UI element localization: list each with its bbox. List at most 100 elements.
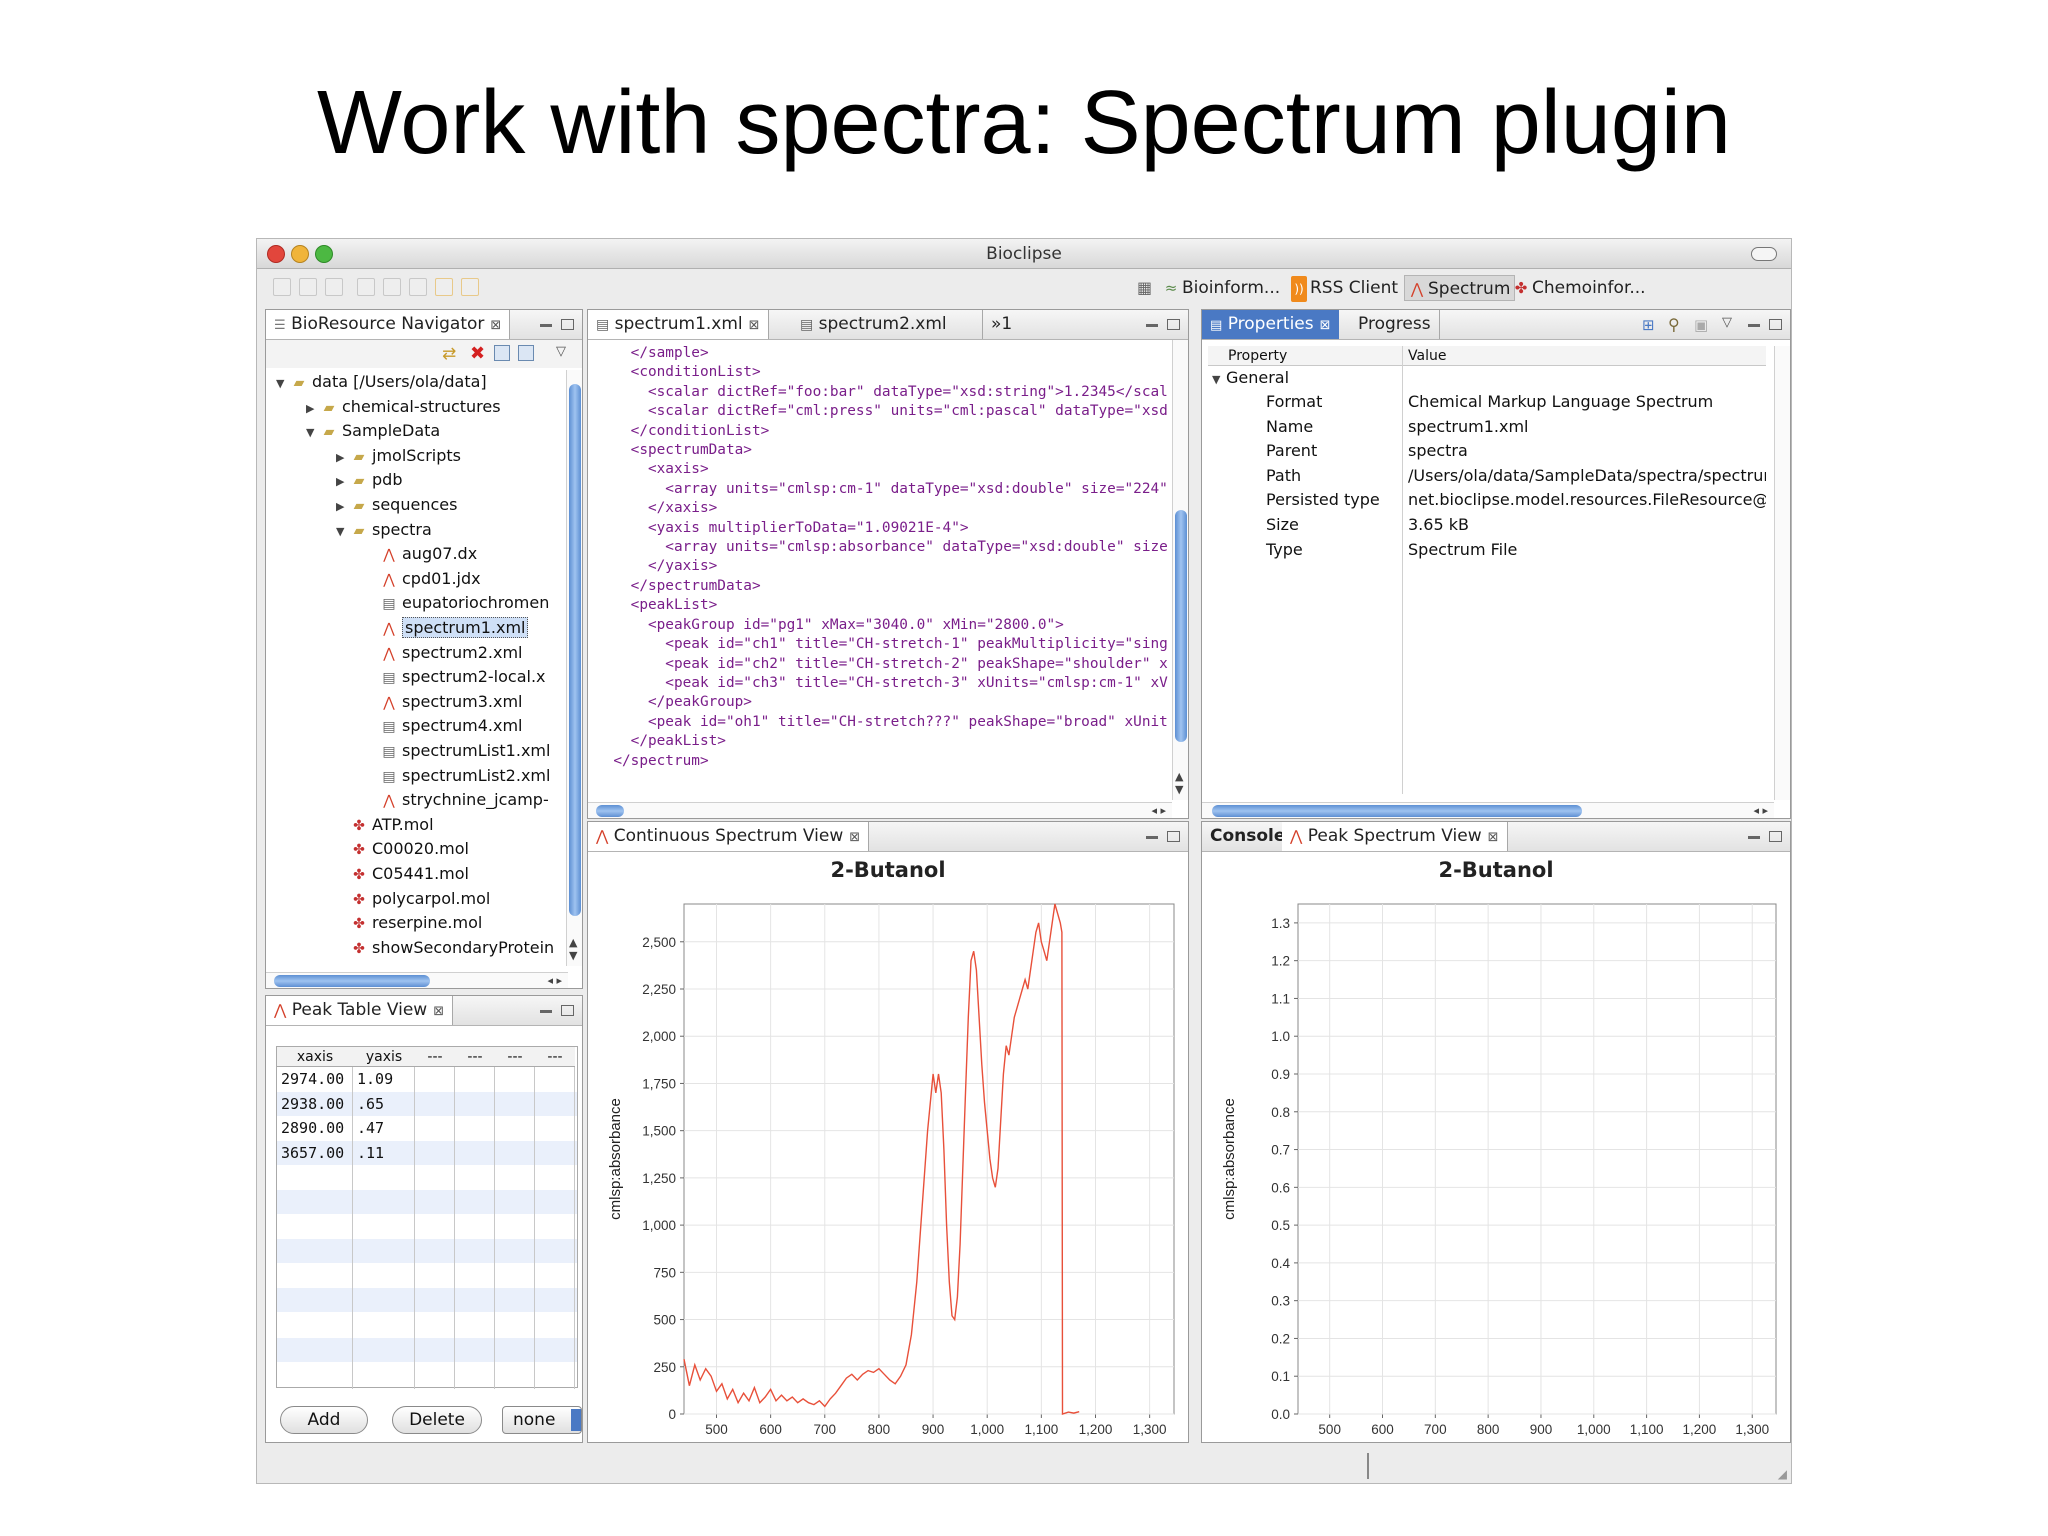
- column-header[interactable]: ---: [535, 1047, 575, 1067]
- expand-icon[interactable]: ▼: [1212, 368, 1226, 392]
- cut-icon[interactable]: [357, 278, 375, 296]
- table-cell[interactable]: 3657.00: [281, 1141, 344, 1165]
- tab-console[interactable]: Console: [1202, 822, 1295, 851]
- minimize-icon[interactable]: [1748, 324, 1760, 327]
- maximize-icon[interactable]: [1769, 831, 1782, 842]
- table-cell[interactable]: 2890.00: [281, 1116, 344, 1140]
- table-cell[interactable]: 1.09: [357, 1067, 393, 1091]
- resize-grip-icon[interactable]: ◢: [1778, 1467, 1787, 1481]
- tree-item[interactable]: ▶ ▰ chemical-structures: [306, 395, 501, 419]
- select-dropdown[interactable]: none: [502, 1406, 582, 1434]
- restore-default-icon[interactable]: ▣: [1694, 316, 1708, 334]
- peak-spectrum-chart[interactable]: 500 600 700 800 900 1,000 1,100 1,200 1,300 0.0 0.…: [1202, 852, 1790, 1442]
- column-header[interactable]: xaxis: [277, 1047, 353, 1067]
- minimize-icon[interactable]: [540, 324, 552, 327]
- navigator-vscroll[interactable]: ▲ ▼: [566, 370, 582, 966]
- tree-item[interactable]: ▶ ▰ jmolScripts: [336, 444, 461, 468]
- tab-progress[interactable]: Progress: [1350, 310, 1440, 339]
- chevron-down-icon[interactable]: ▽: [1722, 315, 1732, 330]
- tree-item[interactable]: ✤ polycarpol.mol: [336, 887, 490, 911]
- tab-properties[interactable]: ▤ Properties ⊠: [1202, 310, 1339, 339]
- column-header[interactable]: ---: [415, 1047, 455, 1067]
- scroll-arrows[interactable]: ◂ ▸: [1753, 804, 1768, 817]
- scroll-thumb[interactable]: [1175, 510, 1187, 742]
- filter-icon[interactable]: ⚲: [1668, 315, 1680, 334]
- tree-item[interactable]: ▤ spectrumList1.xml: [366, 739, 550, 763]
- print-icon[interactable]: [325, 278, 343, 296]
- column-header-value[interactable]: Value: [1408, 346, 1446, 366]
- new-icon[interactable]: [273, 278, 291, 296]
- tree-item[interactable]: ⋀ spectrum1.xml: [366, 616, 529, 640]
- minimize-icon[interactable]: [1748, 836, 1760, 839]
- tree-item[interactable]: ⋀ spectrum2.xml: [366, 641, 522, 665]
- properties-hscroll[interactable]: ◂ ▸: [1202, 802, 1774, 818]
- perspective-bioinformatics[interactable]: ≈ Bioinform...: [1163, 275, 1280, 301]
- navigator-hscroll[interactable]: ◂ ▸: [266, 972, 568, 988]
- property-row[interactable]: Size 3.65 kB: [1208, 513, 1766, 537]
- tree-item[interactable]: ▤ spectrum4.xml: [366, 714, 522, 738]
- delete-icon[interactable]: ✖: [470, 343, 485, 364]
- column-header-property[interactable]: Property: [1228, 346, 1287, 366]
- property-row[interactable]: Persisted type net.bioclipse.model.resour…: [1208, 488, 1766, 512]
- close-icon[interactable]: ⊠: [749, 318, 760, 333]
- scroll-arrows[interactable]: ▲ ▼: [569, 936, 577, 962]
- chevron-down-icon[interactable]: ▽: [556, 344, 566, 359]
- continuous-spectrum-chart[interactable]: 500 600 700 800 900 1,000 1,100 1,200 1,300 0 250 5…: [588, 852, 1188, 1442]
- maximize-icon[interactable]: [1167, 831, 1180, 842]
- close-icon[interactable]: ⊠: [1320, 318, 1331, 333]
- maximize-icon[interactable]: [561, 319, 574, 330]
- tree-item[interactable]: ✤ reserpine.mol: [336, 911, 482, 935]
- editor-vscroll[interactable]: ▲ ▼: [1172, 340, 1188, 800]
- table-cell[interactable]: 2974.00: [281, 1067, 344, 1091]
- toolbar-toggle-button[interactable]: [1751, 247, 1777, 261]
- expand-open-icon[interactable]: ▼: [306, 421, 320, 445]
- properties-vscroll[interactable]: [1774, 346, 1790, 800]
- expand-closed-icon[interactable]: ▶: [336, 446, 350, 470]
- tree-item[interactable]: ✤ C05441.mol: [336, 862, 469, 886]
- table-cell[interactable]: .11: [357, 1141, 384, 1165]
- perspective-chemoinformatics[interactable]: ✤ Chemoinfor...: [1513, 275, 1646, 301]
- close-icon[interactable]: ⊠: [849, 830, 860, 845]
- tab-bioresource-navigator[interactable]: ☰ BioResource Navigator ⊠: [266, 310, 511, 339]
- property-row[interactable]: Path/Users/ola/data/SampleData/spectra/s…: [1208, 464, 1766, 488]
- property-row[interactable]: Type Spectrum File: [1208, 538, 1766, 562]
- scroll-arrows[interactable]: ◂ ▸: [547, 974, 562, 987]
- close-icon[interactable]: ⊠: [1488, 830, 1499, 845]
- scroll-thumb[interactable]: [596, 805, 624, 817]
- expand-closed-icon[interactable]: ▶: [306, 397, 320, 421]
- paste-icon[interactable]: [409, 278, 427, 296]
- scroll-thumb[interactable]: [1212, 805, 1582, 817]
- add-button[interactable]: Add: [280, 1406, 368, 1434]
- sync-icon[interactable]: ⇄: [442, 344, 456, 364]
- column-header[interactable]: yaxis: [353, 1047, 415, 1067]
- scroll-arrows[interactable]: ◂ ▸: [1151, 804, 1166, 817]
- tree-item[interactable]: ▶ ▰ pdb: [336, 468, 402, 492]
- tab-spectrum1-xml[interactable]: ▤ spectrum1.xml ⊠: [588, 310, 769, 339]
- save-icon[interactable]: [299, 278, 317, 296]
- categories-icon[interactable]: ⊞: [1642, 316, 1655, 334]
- tab-continuous-spectrum-view[interactable]: ⋀ Continuous Spectrum View ⊠: [588, 822, 870, 851]
- tree-item[interactable]: ▼ ▰ SampleData: [306, 419, 440, 443]
- close-icon[interactable]: ⊠: [490, 318, 501, 333]
- open-perspective-icon[interactable]: ▦: [1137, 278, 1152, 297]
- expand-closed-icon[interactable]: ▶: [336, 495, 350, 519]
- table-cell[interactable]: .47: [357, 1116, 384, 1140]
- table-cell[interactable]: .65: [357, 1092, 384, 1116]
- tree-item[interactable]: ✤ ATP.mol: [336, 813, 433, 837]
- tab-spectrum2-xml[interactable]: ▤ spectrum2.xml: [792, 310, 955, 339]
- delete-button[interactable]: Delete: [392, 1406, 482, 1434]
- copy-icon[interactable]: [383, 278, 401, 296]
- minimize-icon[interactable]: [1146, 836, 1158, 839]
- undo-icon[interactable]: [435, 278, 453, 296]
- expand-open-icon[interactable]: ▼: [276, 372, 290, 396]
- close-icon[interactable]: ⊠: [433, 1004, 444, 1019]
- perspective-rss-client[interactable]: )) RSS Client: [1291, 275, 1398, 302]
- tree-item[interactable]: ▤ eupatoriochromen: [366, 591, 549, 615]
- property-row[interactable]: Format Chemical Markup Language Spectrum: [1208, 390, 1766, 414]
- collapse-all-icon[interactable]: [494, 345, 510, 361]
- property-row[interactable]: Parent spectra: [1208, 439, 1766, 463]
- scroll-arrows[interactable]: ▲ ▼: [1175, 770, 1183, 796]
- tree-item[interactable]: ▼ ▰ spectra: [336, 518, 432, 542]
- tree-item[interactable]: ✤ C00020.mol: [336, 837, 469, 861]
- scroll-thumb[interactable]: [569, 384, 581, 916]
